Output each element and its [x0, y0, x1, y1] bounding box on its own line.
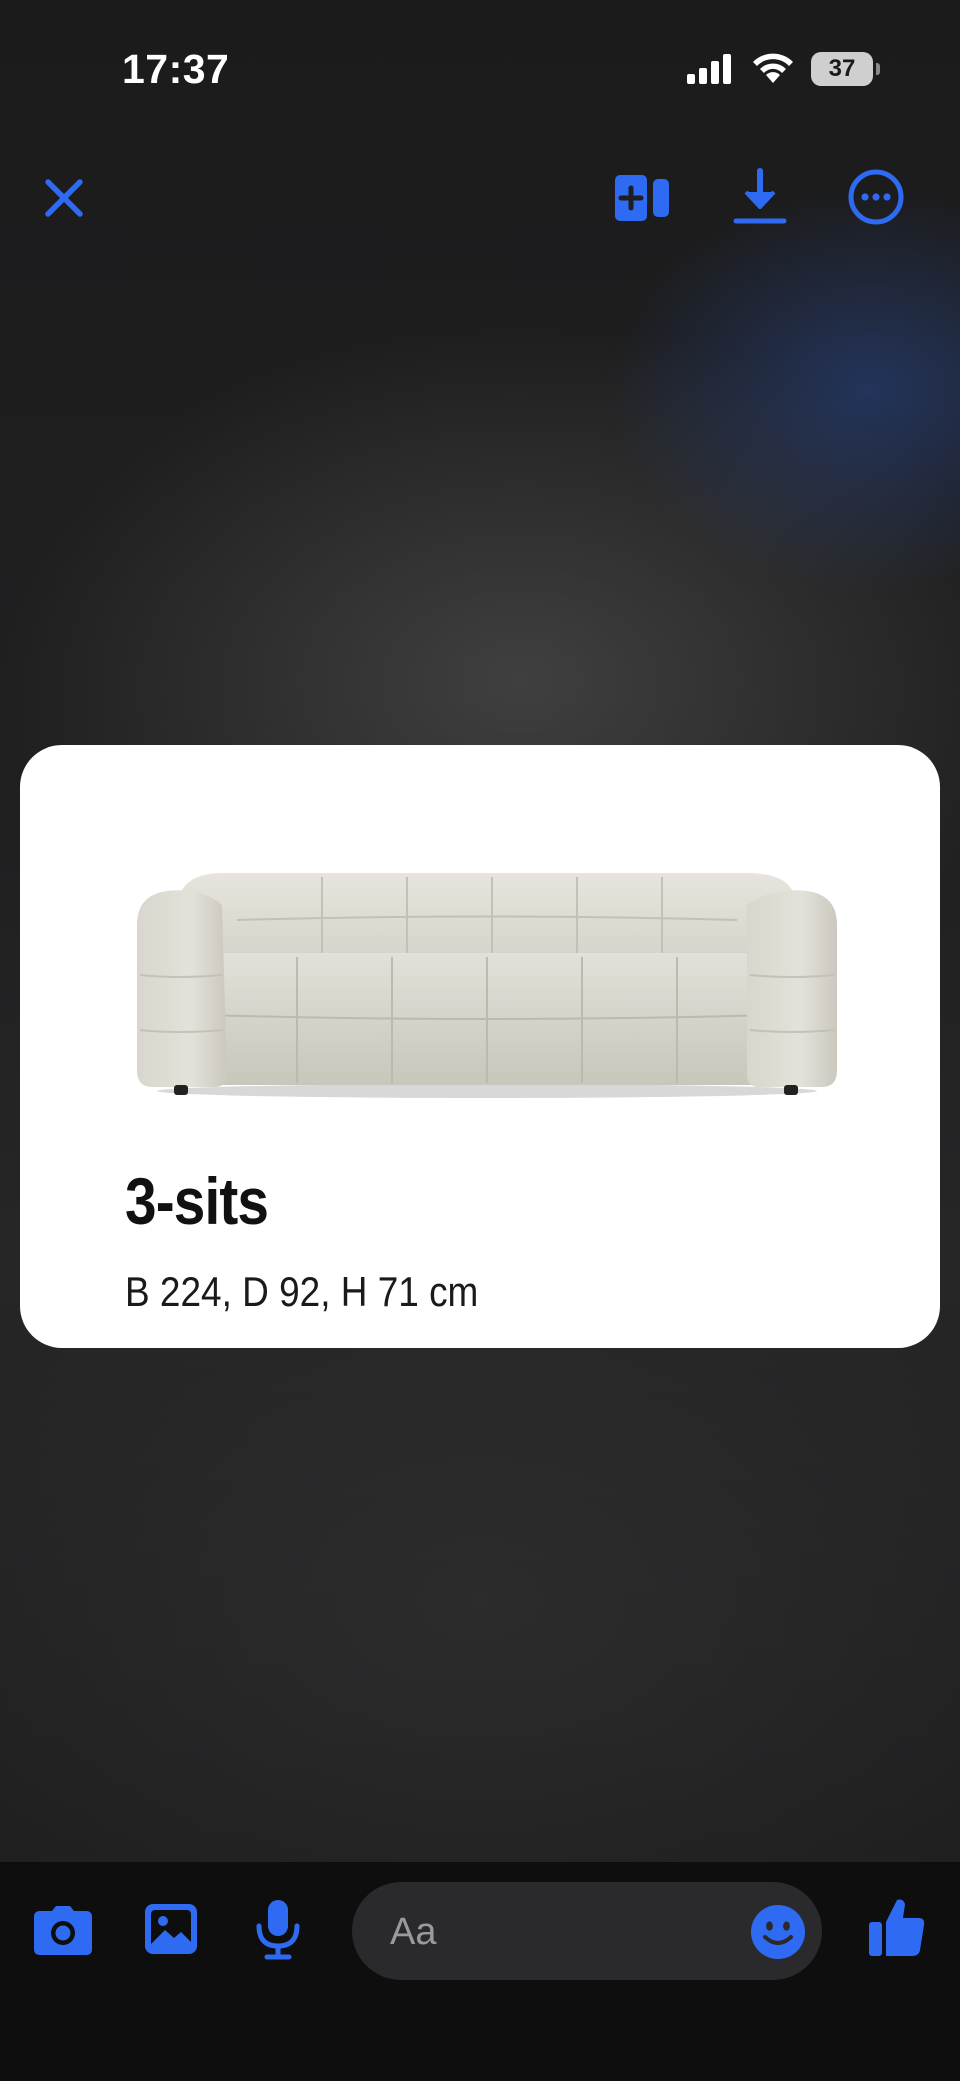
- status-bar: 17:37 37: [0, 0, 960, 140]
- gallery-button[interactable]: [140, 1898, 202, 1960]
- message-input[interactable]: [388, 1882, 692, 1982]
- product-dimensions: B 224, D 92, H 71 cm: [125, 1268, 479, 1315]
- status-time: 17:37: [122, 46, 230, 92]
- product-title: 3-sits: [125, 1164, 269, 1238]
- add-to-layout-button[interactable]: [610, 168, 674, 228]
- cellular-signal-icon: [687, 54, 731, 84]
- microphone-icon: [256, 1900, 300, 1960]
- emoji-icon: [751, 1905, 805, 1959]
- add-to-layout-icon: [615, 175, 669, 221]
- battery-cap: [876, 63, 880, 75]
- close-button[interactable]: [34, 168, 94, 228]
- more-options-button[interactable]: [844, 165, 908, 229]
- media-card[interactable]: 3-sits B 224, D 92, H 71 cm: [20, 745, 940, 1348]
- status-icons: 37: [685, 52, 880, 86]
- thumbs-up-icon: [869, 1899, 925, 1956]
- close-icon: [45, 179, 83, 217]
- message-field[interactable]: [352, 1882, 822, 1982]
- gallery-icon: [145, 1904, 197, 1954]
- camera-button[interactable]: [30, 1900, 96, 1962]
- download-icon: [733, 168, 787, 224]
- more-options-icon: [848, 169, 904, 225]
- battery-level: 37: [811, 52, 873, 86]
- download-button[interactable]: [728, 165, 792, 229]
- battery-icon: 37: [811, 52, 880, 86]
- microphone-button[interactable]: [250, 1896, 306, 1962]
- emoji-button[interactable]: [750, 1904, 806, 1960]
- like-button[interactable]: [864, 1892, 930, 1962]
- wifi-icon: [753, 53, 793, 83]
- sofa-image: [132, 865, 842, 1105]
- camera-icon: [34, 1906, 92, 1955]
